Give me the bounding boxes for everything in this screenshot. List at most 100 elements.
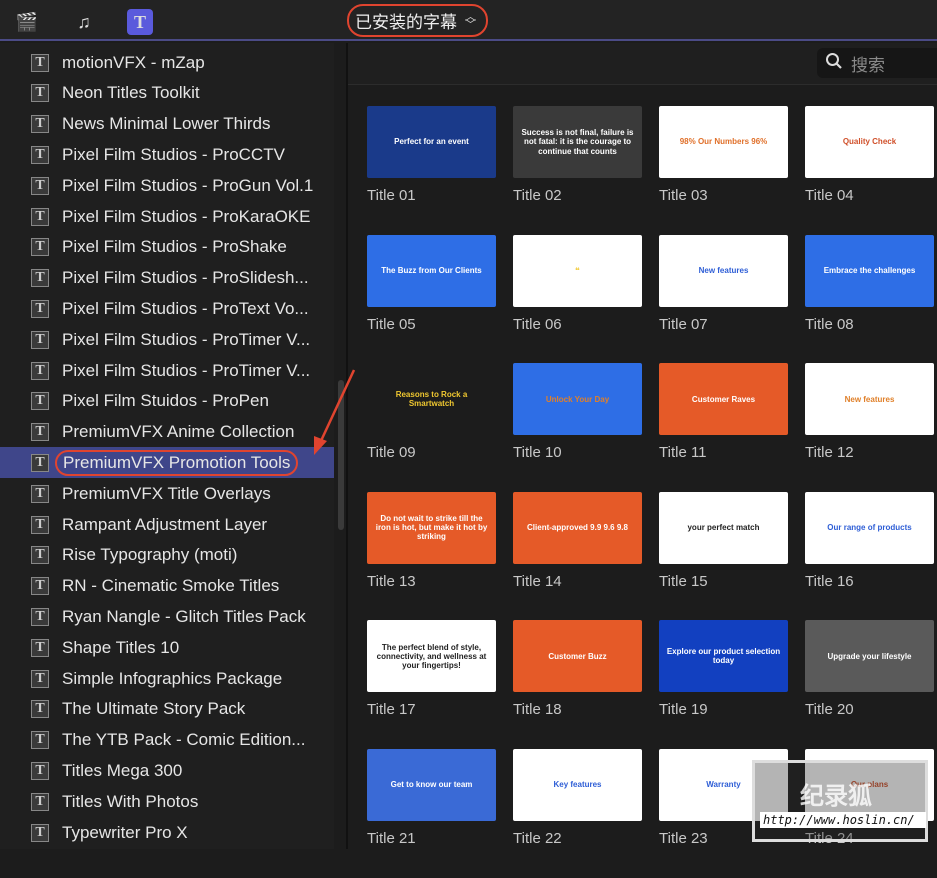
title-thumbnail[interactable]: New features bbox=[659, 234, 788, 307]
sidebar-item[interactable]: T Neon Titles Toolkit bbox=[0, 78, 334, 109]
sidebar-item[interactable]: T News Minimal Lower Thirds bbox=[0, 109, 334, 140]
search-placeholder: 搜索 bbox=[851, 55, 885, 75]
title-card[interactable]: Success is not final, failure is not fat… bbox=[513, 106, 642, 235]
titles-icon[interactable]: T bbox=[127, 9, 153, 35]
title-card[interactable]: The Buzz from Our Clients Title 05 bbox=[367, 234, 496, 364]
music-photo-icon[interactable]: ♫ bbox=[71, 9, 97, 35]
title-card[interactable]: New features Title 07 bbox=[659, 234, 788, 364]
search-icon bbox=[825, 52, 843, 75]
title-thumbnail[interactable]: Key features bbox=[513, 748, 642, 821]
sidebar-item[interactable]: T Rise Typography (moti) bbox=[0, 540, 334, 571]
title-label: Title 01 bbox=[367, 187, 416, 204]
title-thumbnail[interactable]: Get to know our team bbox=[367, 748, 496, 821]
sidebar-item[interactable]: T Pixel Film Studios - ProTimer V... bbox=[0, 324, 334, 355]
title-thumbnail[interactable]: Upgrade your lifestyle bbox=[805, 620, 934, 693]
title-card[interactable]: Explore our product selection today Title… bbox=[659, 620, 788, 749]
sidebar-item[interactable]: T PremiumVFX Title Overlays bbox=[0, 478, 334, 509]
sidebar-item[interactable]: T Typewriter Pro X bbox=[0, 817, 334, 848]
title-card[interactable]: Reasons to Rock a Smartwatch Title 09 bbox=[367, 363, 496, 492]
search-field[interactable]: 搜索 bbox=[817, 48, 937, 78]
sidebar-item[interactable]: T Pixel Film Studios - ProCCTV bbox=[0, 139, 334, 170]
title-card[interactable]: Perfect for an event Title 01 bbox=[367, 106, 496, 235]
title-label: Title 02 bbox=[513, 187, 562, 204]
sidebar-scrollbar[interactable] bbox=[338, 380, 344, 530]
thumbnail-text: Warranty bbox=[706, 780, 741, 790]
title-thumbnail[interactable]: Customer Raves bbox=[659, 363, 788, 436]
title-thumbnail[interactable]: your perfect match bbox=[659, 491, 788, 564]
title-card[interactable]: Client-approved 9.9 9.6 9.8 Title 14 bbox=[513, 491, 642, 621]
title-label: Title 06 bbox=[513, 315, 562, 333]
title-category-icon: T bbox=[31, 238, 49, 257]
sidebar-item[interactable]: T Ryan Nangle - Glitch Titles Pack bbox=[0, 601, 334, 632]
title-thumbnail[interactable]: Client-approved 9.9 9.6 9.8 bbox=[513, 491, 642, 564]
sidebar-item[interactable]: T Pixel Film Studios - ProText Vo... bbox=[0, 293, 334, 324]
title-card[interactable]: Do not wait to strike till the iron is h… bbox=[367, 491, 496, 621]
sidebar-item-label: Pixel Film Studios - ProTimer V... bbox=[62, 329, 311, 349]
sidebar-item[interactable]: T PremiumVFX Anime Collection bbox=[0, 417, 334, 448]
title-thumbnail[interactable]: 98% Our Numbers 96% bbox=[659, 106, 788, 178]
title-thumbnail[interactable]: ❝ bbox=[513, 234, 642, 307]
sidebar-item[interactable]: T PremiumVFX Promotion Tools bbox=[0, 447, 334, 479]
title-thumbnail[interactable]: The Buzz from Our Clients bbox=[367, 234, 496, 307]
sidebar-item[interactable]: TmotionVFX - mZap bbox=[0, 47, 334, 78]
title-card[interactable]: Embrace the challenges Title 08 bbox=[805, 234, 934, 364]
thumbnail-text: New features bbox=[698, 266, 749, 275]
sidebar-item[interactable]: T Pixel Film Studios - ProSlidesh... bbox=[0, 263, 334, 294]
title-label: Title 08 bbox=[805, 315, 854, 333]
thumbnail-text: your perfect match bbox=[687, 523, 760, 533]
title-thumbnail[interactable]: Embrace the challenges bbox=[805, 234, 934, 307]
sidebar-item[interactable]: T Pixel Film Studios - ProGun Vol.1 bbox=[0, 170, 334, 201]
sidebar-item[interactable]: T Pixel Film Studios - ProShake bbox=[0, 232, 334, 263]
sidebar-item[interactable]: T Simple Infographics Package bbox=[0, 663, 334, 694]
title-card[interactable]: ❝ Title 06 bbox=[513, 234, 642, 364]
thumbnail-text: Success is not final, failure is not fat… bbox=[521, 128, 634, 156]
title-thumbnail[interactable]: New features bbox=[805, 363, 934, 436]
title-label: Title 19 bbox=[659, 701, 708, 719]
sidebar-item[interactable]: T Pixel Film Stuidos - ProPen bbox=[0, 386, 334, 417]
sidebar-item[interactable]: T Pixel Film Studios - ProTimer V... bbox=[0, 355, 334, 386]
sidebar-item[interactable]: T The Ultimate Story Pack bbox=[0, 694, 334, 725]
title-card[interactable]: your perfect match Title 15 bbox=[659, 491, 788, 621]
sidebar-item[interactable]: T The YTB Pack - Comic Edition... bbox=[0, 725, 334, 756]
title-card[interactable]: Customer Buzz Title 18 bbox=[513, 620, 642, 749]
sidebar-item[interactable]: T Shape Titles 10 bbox=[0, 632, 334, 663]
library-picker[interactable]: 已安装的字幕 ︿ ﹀ bbox=[347, 4, 488, 37]
title-thumbnail[interactable]: Perfect for an event bbox=[367, 106, 496, 178]
sidebar-item[interactable]: T Titles With Photos bbox=[0, 786, 334, 817]
title-card[interactable]: Key features Title 22 bbox=[513, 748, 642, 878]
title-thumbnail[interactable]: Customer Buzz bbox=[513, 620, 642, 693]
title-category-icon: T bbox=[31, 330, 49, 349]
title-card[interactable]: New features Title 12 bbox=[805, 363, 934, 492]
title-thumbnail[interactable]: Quality Check bbox=[805, 106, 934, 178]
title-card[interactable]: Quality Check Title 04 bbox=[805, 106, 934, 235]
title-thumbnail[interactable]: The perfect blend of style, connectivity… bbox=[367, 620, 496, 693]
title-thumbnail[interactable]: Do not wait to strike till the iron is h… bbox=[367, 491, 496, 564]
thumbnail-text: Quality Check bbox=[842, 137, 897, 147]
title-card[interactable]: Our range of products Title 16 bbox=[805, 491, 934, 621]
watermark-logo: 纪录狐 bbox=[800, 783, 872, 810]
title-label: Title 03 bbox=[659, 187, 708, 204]
sidebar-item[interactable]: T Pixel Film Studios - ProKaraOKE bbox=[0, 201, 334, 232]
title-card[interactable]: Upgrade your lifestyle Title 20 bbox=[805, 620, 934, 749]
title-thumbnail[interactable]: Explore our product selection today bbox=[659, 620, 788, 693]
title-thumbnail[interactable]: Success is not final, failure is not fat… bbox=[513, 106, 642, 178]
title-card[interactable]: 98% Our Numbers 96% Title 03 bbox=[659, 106, 788, 235]
title-category-icon: T bbox=[31, 700, 49, 719]
title-category-icon: T bbox=[31, 53, 49, 72]
title-category-icon: T bbox=[31, 823, 49, 842]
title-card[interactable]: Get to know our team Title 21 bbox=[367, 748, 496, 878]
clapper-star-icon[interactable]: 🎬 bbox=[14, 9, 40, 35]
title-thumbnail[interactable]: Reasons to Rock a Smartwatch bbox=[367, 363, 496, 436]
browser-header: 搜索 bbox=[348, 43, 937, 85]
title-label: Title 15 bbox=[659, 572, 708, 590]
sidebar-item[interactable]: T RN - Cinematic Smoke Titles bbox=[0, 571, 334, 602]
title-thumbnail[interactable]: Our range of products bbox=[805, 491, 934, 564]
thumbnail-text: ❝ bbox=[575, 266, 580, 275]
title-category-icon: T bbox=[31, 207, 49, 226]
title-card[interactable]: Customer Raves Title 11 bbox=[659, 363, 788, 492]
title-thumbnail[interactable]: Unlock Your Day bbox=[513, 363, 642, 436]
title-card[interactable]: The perfect blend of style, connectivity… bbox=[367, 620, 496, 749]
sidebar-item[interactable]: T Rampant Adjustment Layer bbox=[0, 509, 334, 540]
title-card[interactable]: Unlock Your Day Title 10 bbox=[513, 363, 642, 492]
sidebar-item[interactable]: T Titles Mega 300 bbox=[0, 755, 334, 786]
